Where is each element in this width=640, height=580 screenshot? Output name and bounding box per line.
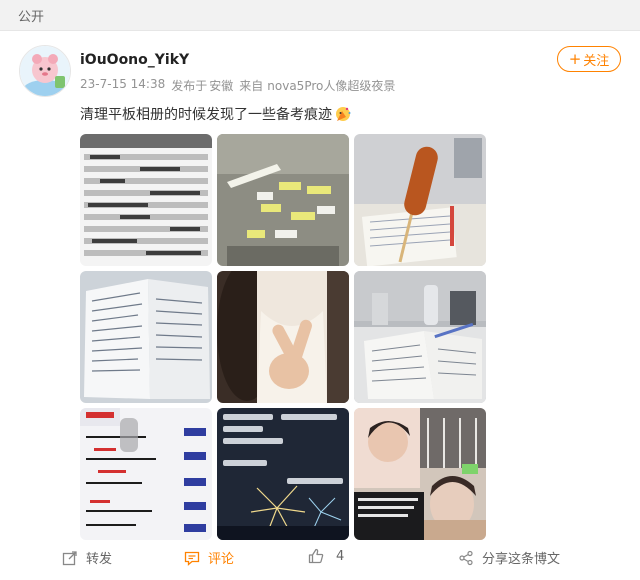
device-source[interactable]: nova5Pro人像超级夜景 [267, 77, 395, 94]
image-thumbnail-8[interactable] [217, 408, 349, 540]
follow-label: 关注 [583, 53, 610, 69]
plus-icon: + [568, 49, 582, 68]
repost-label: 转发 [86, 552, 113, 567]
image-grid [80, 134, 486, 540]
image-thumbnail-4[interactable] [80, 271, 212, 403]
share-label: 分享这条博文 [482, 552, 561, 567]
visibility-label: 公开 [18, 9, 45, 25]
image-thumbnail-9[interactable] [354, 408, 486, 540]
action-bar: 转发 评论 4 分享这条博文 [0, 540, 640, 580]
image-thumbnail-2[interactable] [217, 134, 349, 266]
comment-icon [184, 551, 200, 566]
image-thumbnail-1[interactable] [80, 134, 212, 266]
like-button[interactable]: 4 [308, 548, 344, 564]
share-button[interactable]: 分享这条博文 [458, 548, 560, 567]
visibility-bar: 公开 [0, 0, 640, 31]
avatar[interactable] [19, 45, 71, 97]
party-emoji-icon [336, 107, 351, 121]
posted-from-label: 发布于 [171, 79, 208, 93]
comment-label: 评论 [208, 552, 235, 567]
post-body: 清理平板相册的时候发现了一些备考痕迹 [80, 107, 332, 123]
thumbs-up-icon [308, 548, 324, 564]
username-link[interactable]: iOuOono_YikY [80, 52, 189, 68]
image-thumbnail-5[interactable] [217, 271, 349, 403]
share-icon [459, 550, 473, 565]
follow-button[interactable]: + 关注 [557, 46, 621, 72]
repost-icon [62, 550, 77, 565]
like-count: 4 [336, 548, 345, 564]
repost-button[interactable]: 转发 [62, 548, 112, 567]
post-text: 清理平板相册的时候发现了一些备考痕迹 [80, 104, 352, 124]
comment-button[interactable]: 评论 [184, 548, 234, 567]
avatar-image [20, 46, 70, 96]
image-thumbnail-7[interactable] [80, 408, 212, 540]
post-meta: 23-7-15 14:38 发布于 安徽 来自 nova5Pro人像超级夜景 [80, 77, 395, 94]
image-thumbnail-3[interactable] [354, 134, 486, 266]
image-thumbnail-6[interactable] [354, 271, 486, 403]
post-date[interactable]: 23-7-15 14:38 [80, 77, 165, 94]
source-label: 来自 [239, 79, 264, 93]
post-location: 安徽 [209, 79, 234, 93]
